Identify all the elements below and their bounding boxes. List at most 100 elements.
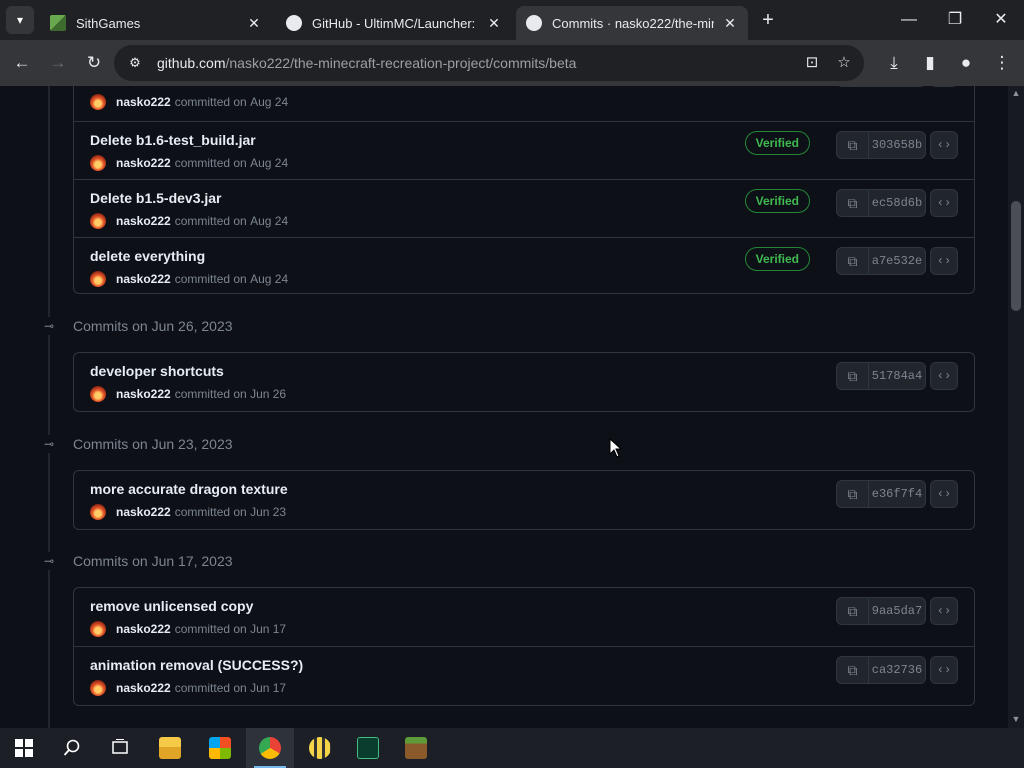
- tab-github-launcher[interactable]: GitHub - UltimMC/Launcher: Cr ✕: [276, 6, 512, 40]
- url-host: github.com: [157, 55, 226, 71]
- scrollbar-thumb[interactable]: [1011, 201, 1021, 311]
- copy-icon[interactable]: ⧉: [837, 481, 869, 507]
- browse-code-icon[interactable]: ‹›: [930, 131, 958, 159]
- browse-code-icon[interactable]: ‹›: [930, 362, 958, 390]
- install-app-icon[interactable]: ⊡: [800, 51, 824, 75]
- commit-sha[interactable]: a7e532e: [869, 248, 925, 274]
- menu-kebab-icon[interactable]: ⋮: [987, 48, 1017, 78]
- avatar[interactable]: [90, 94, 106, 110]
- commit-sha[interactable]: ec58d6b: [869, 190, 925, 216]
- reload-button[interactable]: ↻: [79, 48, 109, 78]
- close-icon[interactable]: ✕: [722, 15, 738, 31]
- copy-icon[interactable]: ⧉: [837, 598, 869, 624]
- url-text[interactable]: github.com/nasko222/the-minecraft-recrea…: [157, 55, 576, 71]
- commit-row[interactable]: more accurate dragon texture nasko222 co…: [74, 471, 974, 529]
- author-link[interactable]: nasko222: [116, 95, 171, 109]
- browse-code-icon[interactable]: ‹›: [930, 247, 958, 275]
- verified-badge[interactable]: Verified: [744, 247, 810, 271]
- file-explorer-icon[interactable]: [146, 728, 194, 768]
- commit-sha[interactable]: 303658b: [869, 132, 925, 158]
- browse-code-icon[interactable]: ‹›: [930, 656, 958, 684]
- commit-message[interactable]: developer shortcuts: [90, 363, 224, 379]
- avatar[interactable]: [90, 271, 106, 287]
- commit-sha[interactable]: 9aa5da7: [869, 598, 925, 624]
- commit-row[interactable]: delete everything nasko222 committed on …: [74, 237, 974, 295]
- profile-avatar-icon[interactable]: ●: [951, 48, 981, 78]
- forward-button[interactable]: →: [43, 48, 73, 78]
- author-link[interactable]: nasko222: [116, 505, 171, 519]
- page-scrollbar[interactable]: ▲ ▼: [1008, 86, 1024, 728]
- committed-label: committed on: [174, 505, 247, 519]
- commit-row[interactable]: Delete b1.5-dev3.jar nasko222 committed …: [74, 179, 974, 237]
- author-link[interactable]: nasko222: [116, 156, 171, 170]
- commit-meta: nasko222 committed on Aug 24: [90, 271, 288, 287]
- address-bar[interactable]: ⚙ github.com/nasko222/the-minecraft-recr…: [114, 45, 864, 81]
- avatar[interactable]: [90, 155, 106, 171]
- copy-icon[interactable]: ⧉: [837, 657, 869, 683]
- author-link[interactable]: nasko222: [116, 681, 171, 695]
- side-panel-icon[interactable]: ▮: [915, 48, 945, 78]
- bee-app-icon[interactable]: [296, 728, 344, 768]
- commit-message[interactable]: delete everything: [90, 248, 205, 264]
- commit-row[interactable]: developer shortcuts nasko222 committed o…: [74, 353, 974, 411]
- tab-commits[interactable]: Commits · nasko222/the-minec ✕: [516, 6, 748, 40]
- search-icon[interactable]: [48, 728, 96, 768]
- commit-sha[interactable]: e36f7f4: [869, 481, 925, 507]
- avatar[interactable]: [90, 386, 106, 402]
- tab-search-button[interactable]: ▾: [6, 6, 34, 34]
- commit-meta: nasko222 committed on Aug 24: [90, 213, 288, 229]
- commit-sha[interactable]: ca32736: [869, 657, 925, 683]
- download-icon[interactable]: ⤓: [879, 48, 909, 78]
- browse-code-icon[interactable]: ‹›: [930, 189, 958, 217]
- new-tab-button[interactable]: +: [756, 8, 780, 32]
- author-link[interactable]: nasko222: [116, 622, 171, 636]
- close-window-button[interactable]: ✕: [978, 0, 1024, 40]
- verified-badge[interactable]: Verified: [744, 189, 810, 213]
- task-view-icon[interactable]: [96, 728, 144, 768]
- avatar[interactable]: [90, 213, 106, 229]
- commit-message[interactable]: remove unlicensed copy: [90, 598, 253, 614]
- commit-row[interactable]: animation removal (SUCCESS?) nasko222 co…: [74, 646, 974, 704]
- commit-date: Aug 24: [250, 95, 289, 109]
- copy-icon[interactable]: ⧉: [837, 248, 869, 274]
- avatar[interactable]: [90, 680, 106, 696]
- commit-message[interactable]: animation removal (SUCCESS?): [90, 657, 303, 673]
- author-link[interactable]: nasko222: [116, 387, 171, 401]
- commit-row[interactable]: Delete b1.6-test_build.jar nasko222 comm…: [74, 121, 974, 179]
- taskbar: [0, 728, 1024, 768]
- minecraft-grass-block-icon[interactable]: [392, 728, 440, 768]
- browse-code-icon[interactable]: ‹›: [930, 86, 958, 87]
- copy-icon[interactable]: ⧉: [837, 132, 869, 158]
- chrome-icon[interactable]: [246, 728, 294, 768]
- close-icon[interactable]: ✕: [486, 15, 502, 31]
- terminal-app-icon[interactable]: [344, 728, 392, 768]
- copy-icon[interactable]: ⧉: [837, 363, 869, 389]
- scroll-down-arrow-icon[interactable]: ▼: [1008, 714, 1024, 726]
- back-button[interactable]: ←: [7, 48, 37, 78]
- minimize-button[interactable]: —: [886, 0, 932, 40]
- close-icon[interactable]: ✕: [246, 15, 262, 31]
- author-link[interactable]: nasko222: [116, 214, 171, 228]
- windows-start-icon[interactable]: [0, 728, 48, 768]
- github-icon: [526, 15, 542, 31]
- restore-button[interactable]: ❐: [932, 0, 978, 40]
- scroll-up-arrow-icon[interactable]: ▲: [1008, 88, 1024, 100]
- commit-message[interactable]: more accurate dragon texture: [90, 481, 288, 497]
- commit-message[interactable]: Delete b1.5-dev3.jar: [90, 190, 222, 206]
- author-link[interactable]: nasko222: [116, 272, 171, 286]
- browse-code-icon[interactable]: ‹›: [930, 597, 958, 625]
- commit-meta: nasko222 committed on Jun 17: [90, 680, 286, 696]
- commit-message[interactable]: Delete b1.6-test_build.jar: [90, 132, 256, 148]
- verified-badge[interactable]: Verified: [744, 131, 810, 155]
- microsoft-store-icon[interactable]: [196, 728, 244, 768]
- commit-row[interactable]: remove unlicensed copy nasko222 committe…: [74, 588, 974, 646]
- copy-icon[interactable]: ⧉: [837, 190, 869, 216]
- commit-sha[interactable]: 51784a4: [869, 363, 925, 389]
- site-info-icon[interactable]: ⚙: [126, 54, 144, 72]
- bookmark-star-icon[interactable]: ☆: [832, 51, 856, 75]
- tab-sithgames[interactable]: SithGames ✕: [40, 6, 272, 40]
- avatar[interactable]: [90, 621, 106, 637]
- browse-code-icon[interactable]: ‹›: [930, 480, 958, 508]
- avatar[interactable]: [90, 504, 106, 520]
- commit-row[interactable]: nasko222 committed on Aug 24 ⧉ ‹›: [74, 86, 974, 121]
